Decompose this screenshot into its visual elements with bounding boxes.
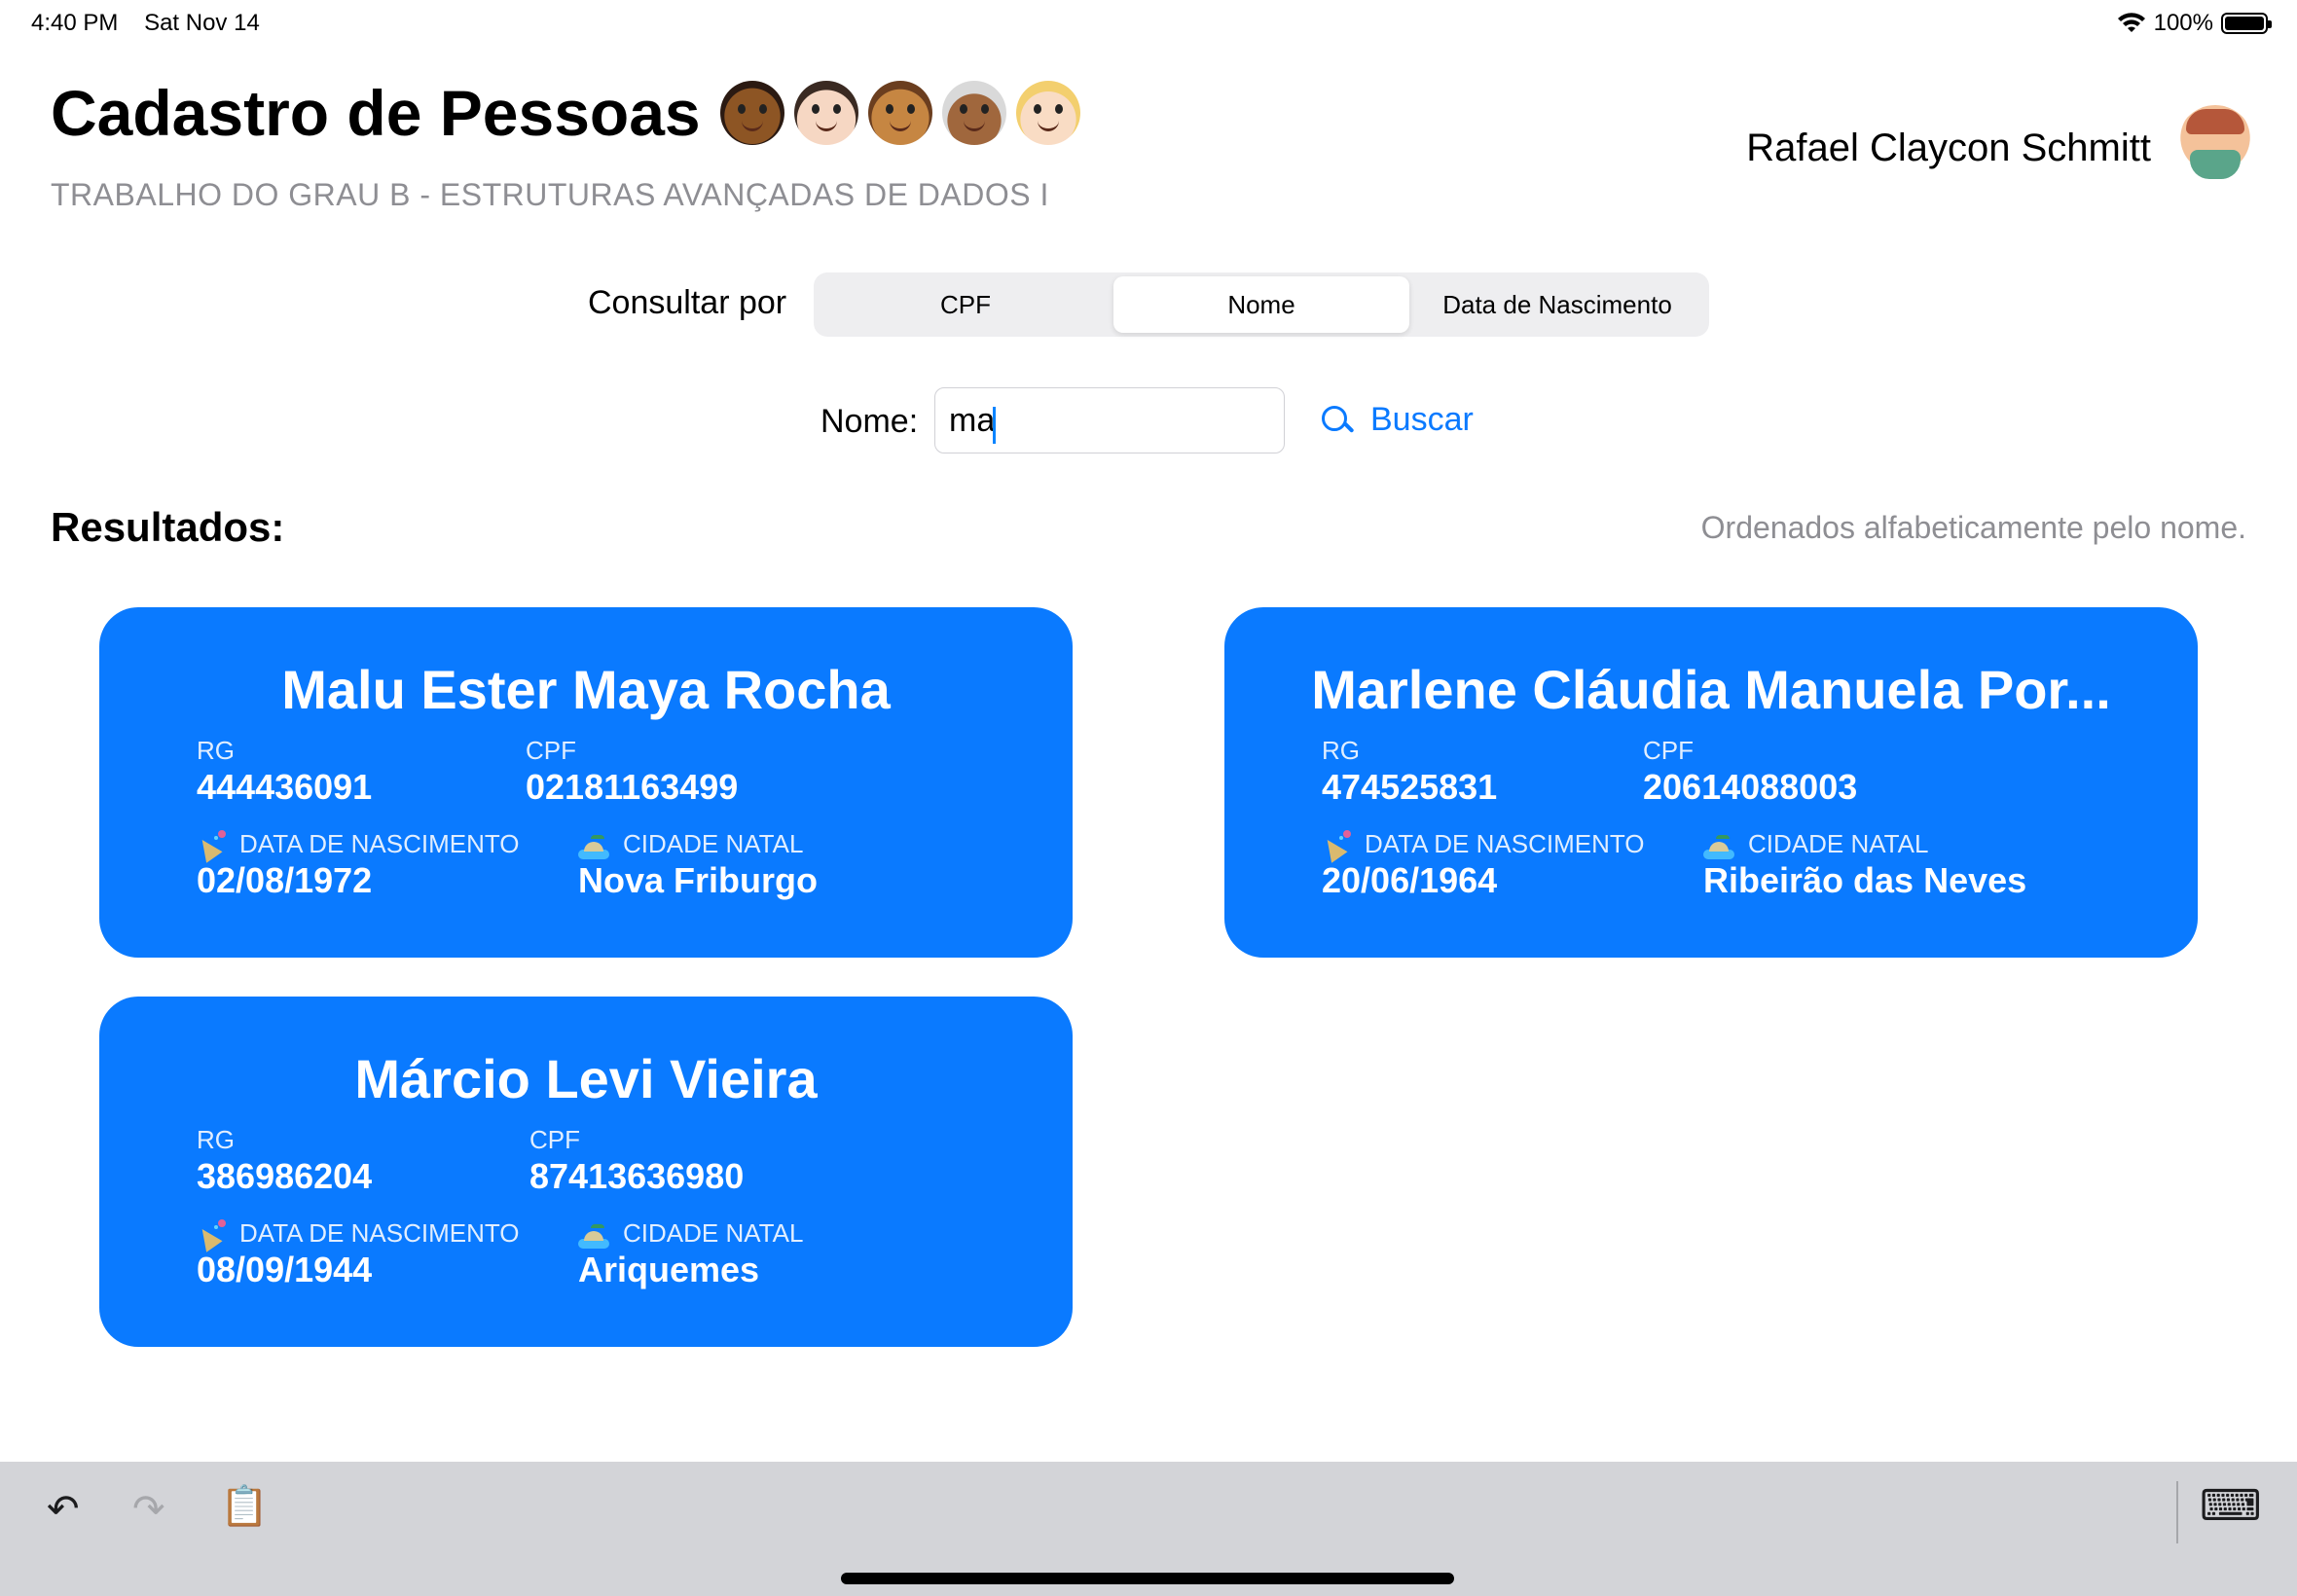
city-label-text: CIDADE NATAL [623,829,804,858]
person-card[interactable]: Malu Ester Maya Rocha RG 444436091 CPF 0… [99,607,1073,958]
rg-value: 444436091 [197,767,373,807]
page-subtitle: TRABALHO DO GRAU B - ESTRUTURAS AVANÇADA… [51,177,1049,212]
results-title: Resultados: [51,504,285,550]
query-segmented-control: CPF Nome Data de Nascimento [814,272,1709,337]
cpf-value: 87413636980 [529,1156,745,1196]
city-value: Ariquemes [578,1250,760,1289]
person-card[interactable]: Márcio Levi Vieira RG 386986204 CPF 8741… [99,997,1073,1347]
birth-label-text: DATA DE NASCIMENTO [239,829,520,858]
city-label-text: CIDADE NATAL [1748,829,1929,858]
island-icon [578,1219,609,1249]
person-name: Márcio Levi Vieira [354,1048,818,1109]
segment-nome[interactable]: Nome [1113,276,1409,333]
birth-label-text: DATA DE NASCIMENTO [1365,829,1645,858]
person-name: Malu Ester Maya Rocha [281,659,891,720]
search-button-label: Buscar [1370,401,1474,438]
search-icon [1320,404,1353,437]
memoji-avatar-icon [2176,105,2254,187]
rg-value: 474525831 [1322,767,1498,807]
old-woman-icon [941,81,1006,145]
person-name: Marlene Cláudia Manuela Por... [1311,659,2111,720]
name-search-input[interactable] [934,387,1285,453]
island-icon [578,830,609,859]
birth-label: DATA DE NASCIMENTO [1322,829,1645,859]
city-label: CIDADE NATAL [578,829,803,859]
status-bar-left: 4:40 PM Sat Nov 14 [31,10,279,37]
wifi-icon [2117,13,2145,32]
emoji-faces [719,81,1080,145]
status-time: 4:40 PM [31,10,119,36]
status-bar-right: 100% [2117,10,2272,37]
party-popper-icon [1322,829,1351,859]
rg-label: RG [1322,736,1360,765]
rg-label: RG [197,1125,235,1154]
birth-label-text: DATA DE NASCIMENTO [239,1218,520,1248]
segment-cpf[interactable]: CPF [818,276,1113,333]
redo-icon[interactable]: ↷ [132,1487,165,1532]
status-date: Sat Nov 14 [144,10,260,36]
home-indicator[interactable] [841,1573,1454,1584]
rg-value: 386986204 [197,1156,373,1196]
battery-level [2225,17,2264,30]
segment-data-nascimento[interactable]: Data de Nascimento [1409,276,1705,333]
text-caret [993,407,996,444]
party-popper-icon [197,1218,226,1249]
city-value: Ribeirão das Neves [1703,860,2027,900]
city-label: CIDADE NATAL [578,1218,803,1249]
birth-label: DATA DE NASCIMENTO [197,829,520,859]
query-label: Consultar por [588,284,787,321]
avatar-hair [2186,109,2244,134]
cpf-label: CPF [526,736,576,765]
toolbar-divider [2176,1481,2178,1543]
name-field-label: Nome: [820,403,919,440]
cpf-value: 02181163499 [526,767,739,807]
page-title: Cadastro de Pessoas [51,76,1080,150]
city-label: CIDADE NATAL [1703,829,1928,859]
birth-value: 02/08/1972 [197,860,373,900]
keyboard-icon[interactable]: ⌨ [2200,1481,2262,1531]
keyboard-shortcut-bar: ↶ ↷ 📋 ⌨ [0,1462,2297,1596]
paste-icon[interactable]: 📋 [220,1483,269,1529]
woman-blond-icon [1015,81,1080,145]
person-medium-skin-icon [867,81,932,145]
person-card[interactable]: Marlene Cláudia Manuela Por... RG 474525… [1224,607,2198,958]
undo-icon[interactable]: ↶ [47,1487,80,1532]
cpf-label: CPF [529,1125,580,1154]
user-name: Rafael Claycon Schmitt [1746,127,2151,169]
search-button[interactable]: Buscar [1320,401,1474,439]
woman-dark-skin-icon [719,81,784,145]
page-title-text: Cadastro de Pessoas [51,77,701,149]
avatar-mask [2190,150,2241,179]
man-light-skin-icon [793,81,858,145]
cpf-value: 20614088003 [1643,767,1858,807]
results-sort-note: Ordenados alfabeticamente pelo nome. [1700,510,2246,545]
island-icon [1703,830,1734,859]
battery-percent: 100% [2153,10,2213,36]
party-popper-icon [197,829,226,859]
city-label-text: CIDADE NATAL [623,1218,804,1248]
birth-label: DATA DE NASCIMENTO [197,1218,520,1249]
city-value: Nova Friburgo [578,860,819,900]
rg-label: RG [197,736,235,765]
birth-value: 20/06/1964 [1322,860,1498,900]
birth-value: 08/09/1944 [197,1250,373,1289]
cpf-label: CPF [1643,736,1694,765]
battery-icon [2221,13,2272,34]
